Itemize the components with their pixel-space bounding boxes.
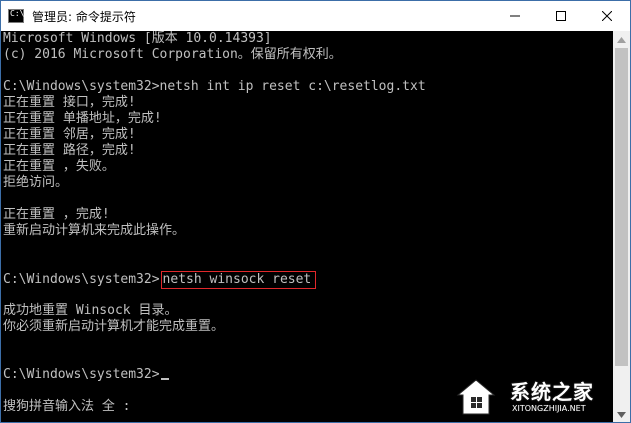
close-button[interactable]: [584, 1, 630, 31]
house-logo-icon: [456, 379, 496, 415]
console-line: 你必须重新启动计算机才能完成重置。: [3, 319, 225, 334]
console-line: (c) 2016 Microsoft Corporation。保留所有权利。: [3, 47, 342, 62]
console-prompt-line[interactable]: C:\Windows\system32>: [3, 367, 169, 383]
console-line-with-highlight: C:\Windows\system32> netsh winsock reset: [3, 271, 317, 289]
text-cursor: [160, 378, 169, 380]
title-bar[interactable]: C:\_ 管理员: 命令提示符: [1, 1, 630, 31]
console-line: Microsoft Windows [版本 10.0.14393]: [3, 31, 272, 46]
cmd-window: C:\_ 管理员: 命令提示符 Microsoft Windows [版本 10…: [0, 0, 631, 423]
console-line: 正在重置 单播地址，完成!: [3, 111, 162, 126]
scroll-thumb[interactable]: [615, 48, 628, 366]
prompt: C:\Windows\system32>: [3, 367, 160, 382]
ime-status-line: 搜狗拼音输入法 全 :: [3, 399, 131, 414]
console-line: 正在重置 接口，完成!: [3, 95, 136, 110]
cmd-app-icon[interactable]: C:\_: [8, 9, 29, 23]
console-line: 重新启动计算机来完成此操作。: [3, 223, 186, 238]
console-line: 拒绝访问。: [3, 175, 69, 190]
window-title: 管理员: 命令提示符: [32, 9, 136, 24]
console-line: 正在重置 路径，完成!: [3, 143, 136, 158]
maximize-button[interactable]: [538, 1, 584, 31]
console-line: C:\Windows\system32>netsh int ip reset c…: [3, 79, 426, 94]
minimize-icon: [510, 15, 520, 17]
prompt: C:\Windows\system32>: [3, 272, 160, 287]
watermark-url: XITONGZHIJIA.NET: [512, 404, 586, 413]
maximize-icon: [556, 11, 566, 21]
console-output[interactable]: Microsoft Windows [版本 10.0.14393] (c) 20…: [1, 31, 613, 422]
scroll-up-button[interactable]: [613, 31, 630, 48]
console-line: 正在重置 ，完成!: [3, 207, 110, 222]
site-watermark: 系统之家 XITONGZHIJIA.NET: [456, 375, 626, 419]
console-line: 正在重置 ，失败。: [3, 159, 115, 174]
minimize-button[interactable]: [492, 1, 538, 31]
scroll-up-arrow-icon: [617, 36, 626, 43]
highlighted-command-box: netsh winsock reset: [160, 271, 317, 289]
close-icon: [602, 11, 612, 21]
vertical-scrollbar[interactable]: [613, 31, 630, 422]
watermark-title: 系统之家: [510, 380, 594, 404]
console-line: 成功地重置 Winsock 目录。: [3, 303, 178, 318]
console-line: 正在重置 邻居，完成!: [3, 127, 136, 142]
cmd-app-icon-glyph: C:\_: [10, 9, 30, 18]
window-controls: [492, 1, 630, 31]
